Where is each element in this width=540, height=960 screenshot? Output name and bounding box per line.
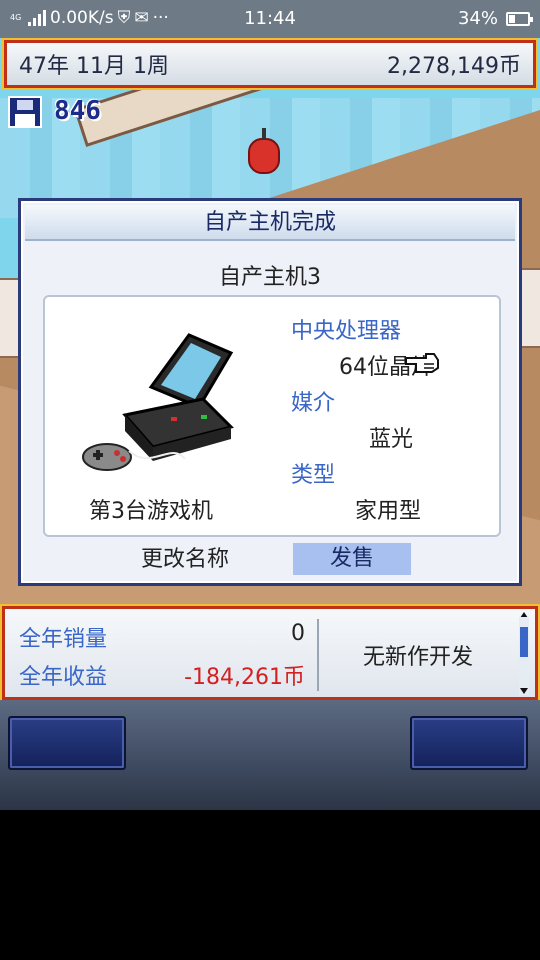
right-menu-button[interactable] [410, 716, 528, 770]
battery-percent: 34% [457, 8, 498, 29]
status-bar: 4G 0.00K/s ⛨ ✉ ··· 11:44 34% [0, 0, 540, 38]
console-name: 自产主机3 [219, 265, 321, 290]
save-disk-icon[interactable] [8, 96, 42, 128]
cpu-label: 中央处理器 [291, 319, 402, 344]
scrollbar-thumb[interactable] [520, 627, 528, 657]
annual-revenue-value: -184,261币 [184, 665, 305, 690]
save-count: 846 [54, 96, 101, 126]
annual-sales-value: 0 [291, 621, 305, 646]
battery-icon [506, 11, 533, 26]
media-label: 媒介 [291, 391, 336, 416]
console-icon [82, 333, 234, 471]
control-bar [0, 700, 540, 810]
bottom-empty-area [0, 810, 540, 960]
annual-revenue-label: 全年收益 [19, 665, 108, 690]
panel-divider [317, 619, 319, 691]
console-index: 第3台游戏机 [89, 499, 213, 524]
battery-fill [509, 14, 515, 23]
development-status: 无新作开发 [362, 645, 473, 670]
money-amount: 2,278,149币 [387, 54, 521, 79]
scrollbar[interactable] [519, 617, 529, 695]
annual-sales-label: 全年销量 [19, 627, 108, 652]
game-date: 47年 11月 1周 [19, 54, 169, 79]
date-money-bar: 47年 11月 1周 2,278,149币 [2, 38, 538, 90]
console-complete-dialog: 自产主机完成 自产主机3 中央处理器 64位晶片 媒介 蓝光 类型 家用型 第3… [18, 198, 522, 586]
scroll-down-icon[interactable] [520, 688, 528, 694]
pointer-hand-icon [405, 353, 439, 373]
type-label: 类型 [291, 463, 336, 488]
left-menu-button[interactable] [8, 716, 126, 770]
status-right: 34% [457, 8, 533, 29]
media-value: 蓝光 [369, 427, 414, 452]
annual-stats-panel: 全年销量 0 全年收益 -184,261币 无新作开发 [0, 604, 540, 702]
dialog-title: 自产主机完成 [25, 205, 515, 241]
shelf [520, 268, 540, 348]
lantern-icon [248, 128, 280, 174]
sell-button[interactable]: 发售 [293, 543, 411, 575]
type-value: 家用型 [355, 499, 422, 524]
rename-button[interactable]: 更改名称 [125, 543, 245, 577]
